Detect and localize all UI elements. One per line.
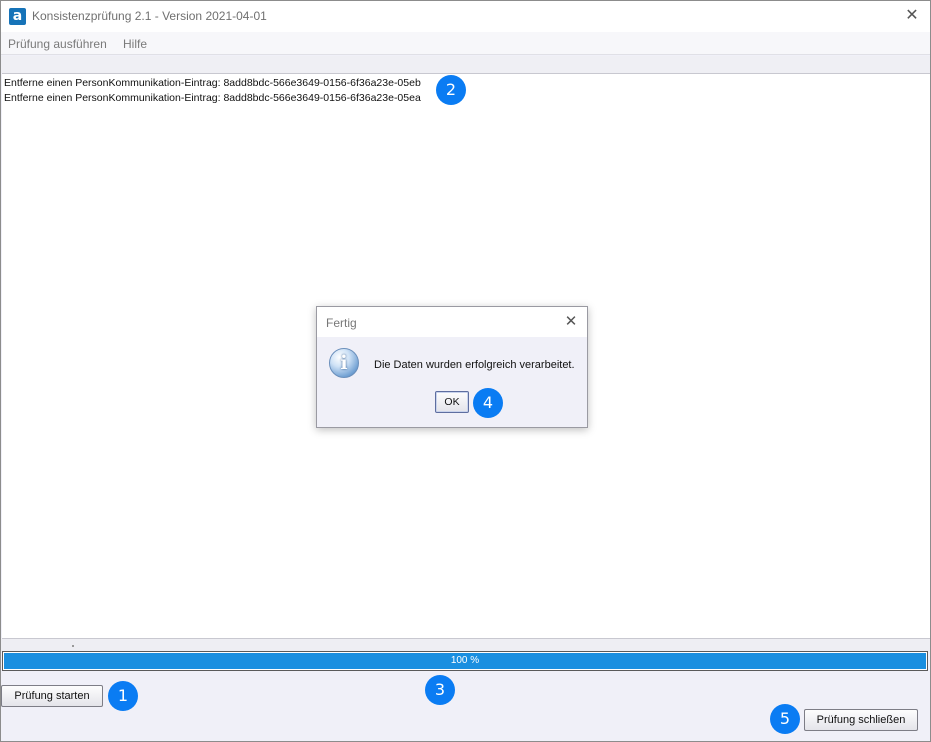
annotation-marker-4: 4 [473, 388, 503, 418]
progress-bar: 100 % [2, 651, 928, 671]
annotation-marker-2: 2 [436, 75, 466, 105]
annotation-marker-5: 5 [770, 704, 800, 734]
close-icon[interactable]: ✕ [903, 6, 921, 24]
menu-bar: Prüfung ausführen Hilfe [1, 32, 930, 55]
info-icon: i [329, 348, 359, 378]
finished-dialog: Fertig ✕ i Die Daten wurden erfolgreich … [316, 306, 588, 428]
log-line: Entferne einen PersonKommunikation-Eintr… [4, 77, 421, 89]
annotation-marker-3: 3 [425, 675, 455, 705]
annotation-marker-1: 1 [108, 681, 138, 711]
window-title: Konsistenzprüfung 2.1 - Version 2021-04-… [32, 9, 267, 23]
menu-item-pruefung-ausfuehren[interactable]: Prüfung ausführen [8, 37, 107, 51]
ok-button[interactable]: OK [435, 391, 469, 413]
dialog-close-icon[interactable]: ✕ [563, 312, 579, 330]
dialog-title-bar: Fertig ✕ [317, 307, 587, 337]
status-dot [72, 645, 74, 647]
log-line: Entferne einen PersonKommunikation-Eintr… [4, 92, 421, 104]
title-bar: a Konsistenzprüfung 2.1 - Version 2021-0… [1, 1, 930, 32]
toolbar-spacer [1, 56, 930, 73]
start-check-button[interactable]: Prüfung starten [1, 685, 103, 707]
menu-item-hilfe[interactable]: Hilfe [123, 37, 147, 51]
dialog-title: Fertig [326, 316, 357, 330]
close-check-button[interactable]: Prüfung schließen [804, 709, 918, 731]
dialog-message: Die Daten wurden erfolgreich verarbeitet… [374, 359, 575, 371]
progress-label: 100 % [450, 655, 480, 666]
app-logo-icon: a [9, 8, 26, 25]
